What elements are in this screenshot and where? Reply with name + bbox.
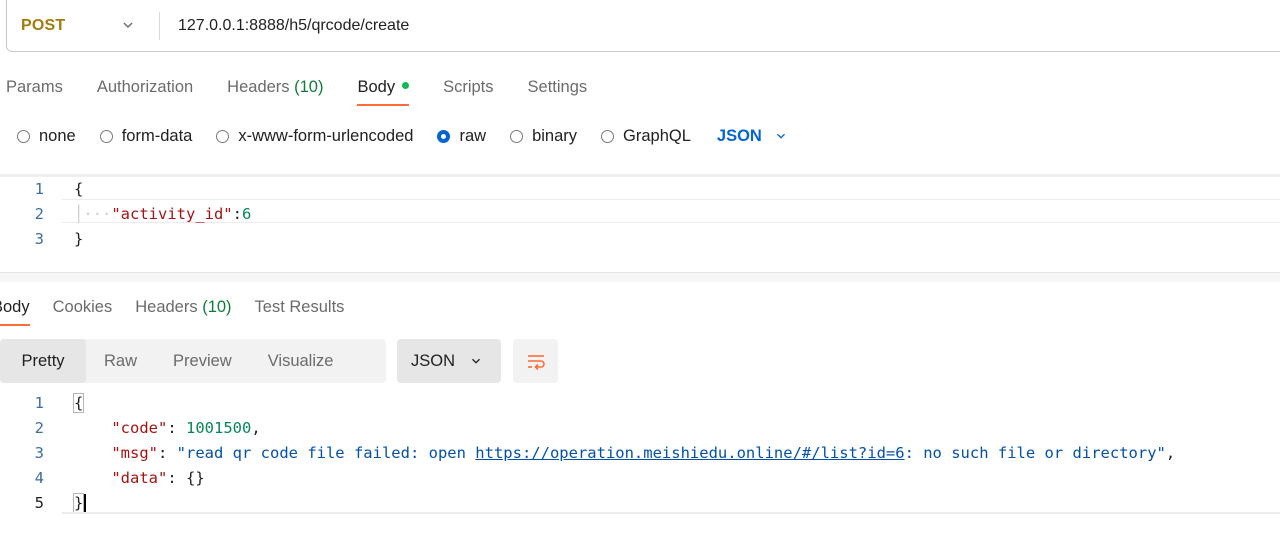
json-string: "read qr code file failed: open (176, 444, 476, 462)
tab-authorization[interactable]: Authorization (97, 78, 193, 97)
code-line: 1 { (0, 177, 1280, 201)
response-tab-headers[interactable]: Headers (10) (135, 298, 231, 317)
json-value: {} (186, 469, 205, 487)
code-line: 3 "msg": "read qr code file failed: open… (0, 441, 1280, 465)
mode-urlencoded-label: x-www-form-urlencoded (238, 126, 414, 145)
radio-none[interactable] (17, 129, 30, 143)
radio-binary[interactable] (510, 129, 524, 143)
radio-graphql[interactable] (601, 129, 615, 143)
code-brace: } (74, 230, 84, 248)
tab-body-label: Body (357, 77, 396, 96)
tab-scripts[interactable]: Scripts (443, 78, 493, 97)
view-preview-button[interactable]: Preview (155, 339, 250, 383)
text-cursor (84, 493, 87, 513)
tab-body[interactable]: Body (357, 77, 410, 106)
json-key: "activity_id" (111, 205, 233, 223)
pane-splitter[interactable] (0, 272, 1280, 282)
request-tabs: Params Authorization Headers (10) Body S… (6, 74, 621, 106)
method-select[interactable]: POST (7, 0, 159, 51)
code-content: } (72, 492, 87, 513)
tab-headers[interactable]: Headers (10) (227, 78, 323, 97)
response-tab-body[interactable]: Body (0, 298, 30, 326)
code-line: 3 } (0, 227, 1280, 251)
line-number: 3 (34, 444, 44, 462)
mode-form-data-label: form-data (121, 126, 193, 145)
language-select[interactable]: JSON (717, 127, 788, 146)
mode-none[interactable]: none (17, 127, 76, 146)
code-content: "code": 1001500, (111, 419, 261, 437)
postman-request-page: POST Params Authorization Headers (10) B… (0, 0, 1280, 549)
response-format-label: JSON (411, 351, 456, 370)
response-view-group: Pretty Raw Preview Visualize (0, 339, 386, 383)
line-number: 5 (34, 494, 44, 512)
mode-graphql-label: GraphQL (623, 126, 691, 145)
response-tab-headers-label: Headers (135, 297, 198, 316)
code-line: 4 "data": {} (0, 466, 1280, 490)
json-value: 6 (242, 205, 252, 223)
tab-headers-label: Headers (227, 77, 290, 96)
response-tab-test-results[interactable]: Test Results (255, 298, 345, 317)
mode-urlencoded[interactable]: x-www-form-urlencoded (216, 127, 413, 146)
wrap-lines-button[interactable] (513, 339, 558, 383)
tab-params[interactable]: Params (6, 78, 63, 97)
code-content: "data": {} (111, 469, 205, 487)
response-tab-headers-count: (10) (202, 297, 232, 316)
url-input[interactable] (160, 15, 1080, 36)
view-pretty-button[interactable]: Pretty (0, 339, 86, 383)
url-bar: POST (6, 0, 1280, 52)
mode-binary-label: binary (532, 126, 578, 145)
line-number: 1 (34, 394, 44, 412)
mode-raw[interactable]: raw (437, 127, 486, 146)
mode-form-data[interactable]: form-data (99, 126, 193, 146)
radio-urlencoded[interactable] (216, 129, 230, 143)
modified-dot-icon (402, 81, 410, 89)
mode-none-label: none (39, 126, 76, 145)
code-line: 2 "code": 1001500, (0, 416, 1280, 440)
line-number: 1 (34, 180, 44, 198)
chevron-down-icon (776, 133, 785, 139)
radio-raw[interactable] (437, 129, 451, 143)
tab-headers-count: (10) (294, 77, 324, 96)
code-line: 1 { (0, 391, 1280, 415)
json-key: "data" (111, 469, 168, 487)
code-brace: { (72, 393, 85, 413)
json-key: "code" (111, 419, 168, 437)
line-number: 2 (34, 205, 44, 223)
body-mode-selector: none form-data x-www-form-urlencoded raw… (17, 122, 788, 150)
line-number: 3 (34, 230, 44, 248)
radio-form-data[interactable] (99, 129, 113, 143)
line-number: 4 (34, 469, 44, 487)
code-brace: } (72, 492, 85, 513)
view-raw-button[interactable]: Raw (86, 339, 155, 383)
chevron-down-icon (123, 22, 133, 28)
mode-raw-label: raw (459, 126, 487, 145)
language-select-label: JSON (716, 126, 762, 145)
response-format-select[interactable]: JSON (397, 339, 501, 383)
code-brace: { (74, 180, 84, 198)
response-tabs: Body Cookies Headers (10) Test Results (0, 294, 367, 326)
json-colon: : (232, 205, 242, 223)
mode-graphql[interactable]: GraphQL (601, 127, 691, 146)
json-value: 1001500 (186, 419, 252, 437)
json-string: : no such file or directory" (904, 444, 1166, 462)
chevron-down-icon (472, 358, 480, 364)
line-number: 2 (34, 419, 44, 437)
view-visualize-button[interactable]: Visualize (250, 339, 352, 383)
code-line: 2 │···"activity_id":6 (0, 202, 1280, 226)
tab-settings[interactable]: Settings (528, 78, 588, 97)
code-content: │···"activity_id":6 (74, 205, 252, 223)
mode-binary[interactable]: binary (510, 127, 577, 146)
method-label: POST (21, 16, 66, 34)
code-content: "msg": "read qr code file failed: open h… (111, 444, 1176, 462)
json-key: "msg" (111, 444, 158, 462)
editor-bottom-border (62, 512, 1280, 514)
response-tab-cookies[interactable]: Cookies (53, 298, 113, 317)
wrap-lines-icon (527, 355, 545, 370)
response-link[interactable]: https://operation.meishiedu.online/#/lis… (475, 444, 904, 462)
